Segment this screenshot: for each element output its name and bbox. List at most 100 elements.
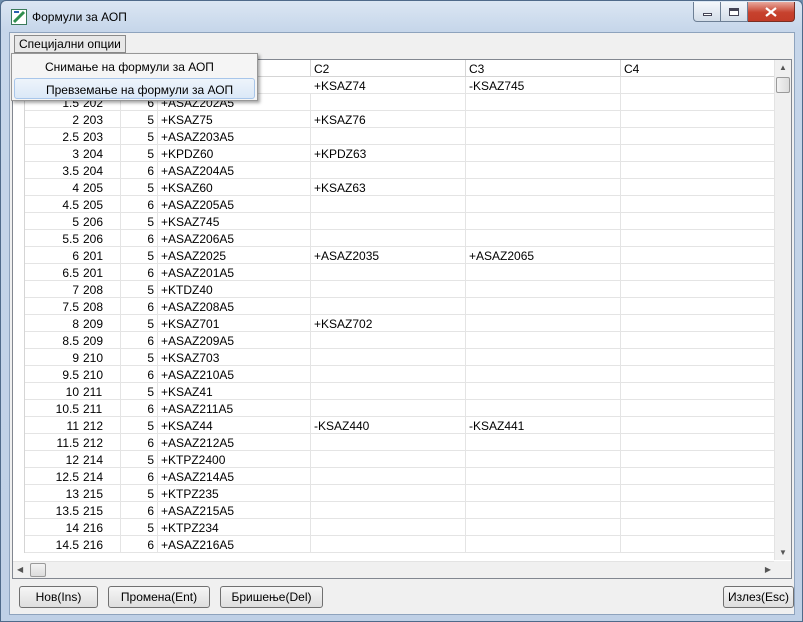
cell-aop[interactable]: 214: [81, 451, 121, 468]
horizontal-scroll-thumb[interactable]: [30, 563, 46, 577]
cell-c4[interactable]: [621, 230, 776, 247]
cell-c1[interactable]: +ASAZ208A5: [158, 298, 311, 315]
cell-aop[interactable]: 201: [81, 247, 121, 264]
title-bar[interactable]: Формули за АОП: [1, 1, 802, 33]
cell-c4[interactable]: [621, 77, 776, 94]
cell-c1[interactable]: +ASAZ209A5: [158, 332, 311, 349]
cell-c3[interactable]: [466, 536, 621, 553]
row-selector[interactable]: [13, 213, 25, 230]
cell-aop[interactable]: 216: [81, 519, 121, 536]
row-selector[interactable]: [13, 145, 25, 162]
cell-c2[interactable]: [311, 434, 466, 451]
cell-c2[interactable]: [311, 519, 466, 536]
cell-order[interactable]: 4.5: [25, 196, 81, 213]
row-selector[interactable]: [13, 400, 25, 417]
row-selector[interactable]: [13, 519, 25, 536]
cell-order[interactable]: 11.5: [25, 434, 81, 451]
cell-c2[interactable]: +KSAZ74: [311, 77, 466, 94]
cell-c3[interactable]: [466, 94, 621, 111]
cell-c3[interactable]: [466, 315, 621, 332]
cell-aop[interactable]: 206: [81, 213, 121, 230]
header-c4[interactable]: C4: [621, 60, 776, 77]
scroll-up-icon[interactable]: ▲: [779, 63, 787, 72]
table-row[interactable]: 7.5 208 6 +ASAZ208A5: [13, 298, 783, 315]
cell-c2[interactable]: [311, 213, 466, 230]
cell-c4[interactable]: [621, 281, 776, 298]
table-row[interactable]: 5 206 5 +KSAZ745: [13, 213, 783, 230]
table-row[interactable]: 12.5 214 6 +ASAZ214A5: [13, 468, 783, 485]
row-selector[interactable]: [13, 485, 25, 502]
table-row[interactable]: 13 215 5 +KTPZ235: [13, 485, 783, 502]
new-button[interactable]: Нов(Ins): [19, 586, 98, 608]
cell-type[interactable]: 6: [121, 298, 158, 315]
cell-c3[interactable]: [466, 298, 621, 315]
cell-c1[interactable]: +ASAZ206A5: [158, 230, 311, 247]
cell-order[interactable]: 7.5: [25, 298, 81, 315]
row-selector[interactable]: [13, 111, 25, 128]
cell-c4[interactable]: [621, 451, 776, 468]
cell-type[interactable]: 6: [121, 366, 158, 383]
cell-c1[interactable]: +ASAZ215A5: [158, 502, 311, 519]
cell-aop[interactable]: 205: [81, 196, 121, 213]
cell-c2[interactable]: [311, 485, 466, 502]
cell-order[interactable]: 6.5: [25, 264, 81, 281]
row-selector[interactable]: [13, 281, 25, 298]
cell-c3[interactable]: +ASAZ2065: [466, 247, 621, 264]
cell-type[interactable]: 5: [121, 111, 158, 128]
cell-order[interactable]: 10.5: [25, 400, 81, 417]
table-row[interactable]: 12 214 5 +KTPZ2400: [13, 451, 783, 468]
menu-item-load-formulas[interactable]: Превземање на формули за АОП: [14, 78, 255, 99]
cell-c4[interactable]: [621, 179, 776, 196]
cell-order[interactable]: 14.5: [25, 536, 81, 553]
cell-c3[interactable]: [466, 366, 621, 383]
cell-type[interactable]: 5: [121, 281, 158, 298]
table-row[interactable]: 11 212 5 +KSAZ44 -KSAZ440 -KSAZ441: [13, 417, 783, 434]
cell-type[interactable]: 5: [121, 213, 158, 230]
cell-c3[interactable]: [466, 230, 621, 247]
row-selector[interactable]: [13, 247, 25, 264]
cell-c3[interactable]: [466, 468, 621, 485]
cell-type[interactable]: 6: [121, 502, 158, 519]
formula-grid[interactable]: C2 C3 C4 C +KSAZ74 -KSAZ745 1.52026+ASAZ…: [12, 59, 792, 579]
cell-aop[interactable]: 216: [81, 536, 121, 553]
cell-type[interactable]: 5: [121, 247, 158, 264]
row-selector[interactable]: [13, 383, 25, 400]
cell-type[interactable]: 6: [121, 536, 158, 553]
cell-aop[interactable]: 208: [81, 298, 121, 315]
cell-order[interactable]: 7: [25, 281, 81, 298]
cell-c2[interactable]: [311, 128, 466, 145]
minimize-button[interactable]: [693, 2, 721, 22]
row-selector[interactable]: [13, 451, 25, 468]
cell-c3[interactable]: [466, 179, 621, 196]
cell-c3[interactable]: [466, 502, 621, 519]
cell-type[interactable]: 6: [121, 332, 158, 349]
cell-c4[interactable]: [621, 315, 776, 332]
cell-c1[interactable]: +ASAZ2025: [158, 247, 311, 264]
cell-c3[interactable]: [466, 128, 621, 145]
cell-aop[interactable]: 212: [81, 434, 121, 451]
cell-c3[interactable]: [466, 400, 621, 417]
cell-c3[interactable]: [466, 213, 621, 230]
cell-c3[interactable]: [466, 111, 621, 128]
cell-c4[interactable]: [621, 536, 776, 553]
cell-order[interactable]: 2: [25, 111, 81, 128]
cell-order[interactable]: 13: [25, 485, 81, 502]
maximize-button[interactable]: [721, 2, 748, 22]
table-row[interactable]: 2.5 203 5 +ASAZ203A5: [13, 128, 783, 145]
cell-c1[interactable]: +KSAZ75: [158, 111, 311, 128]
cell-order[interactable]: 8: [25, 315, 81, 332]
cell-order[interactable]: 9: [25, 349, 81, 366]
cell-c3[interactable]: [466, 519, 621, 536]
cell-c4[interactable]: [621, 434, 776, 451]
cell-order[interactable]: 5: [25, 213, 81, 230]
cell-type[interactable]: 5: [121, 179, 158, 196]
cell-aop[interactable]: 214: [81, 468, 121, 485]
cell-c1[interactable]: +ASAZ205A5: [158, 196, 311, 213]
cell-aop[interactable]: 209: [81, 332, 121, 349]
cell-type[interactable]: 6: [121, 400, 158, 417]
cell-aop[interactable]: 210: [81, 366, 121, 383]
cell-aop[interactable]: 210: [81, 349, 121, 366]
cell-type[interactable]: 6: [121, 162, 158, 179]
cell-type[interactable]: 6: [121, 230, 158, 247]
cell-aop[interactable]: 209: [81, 315, 121, 332]
